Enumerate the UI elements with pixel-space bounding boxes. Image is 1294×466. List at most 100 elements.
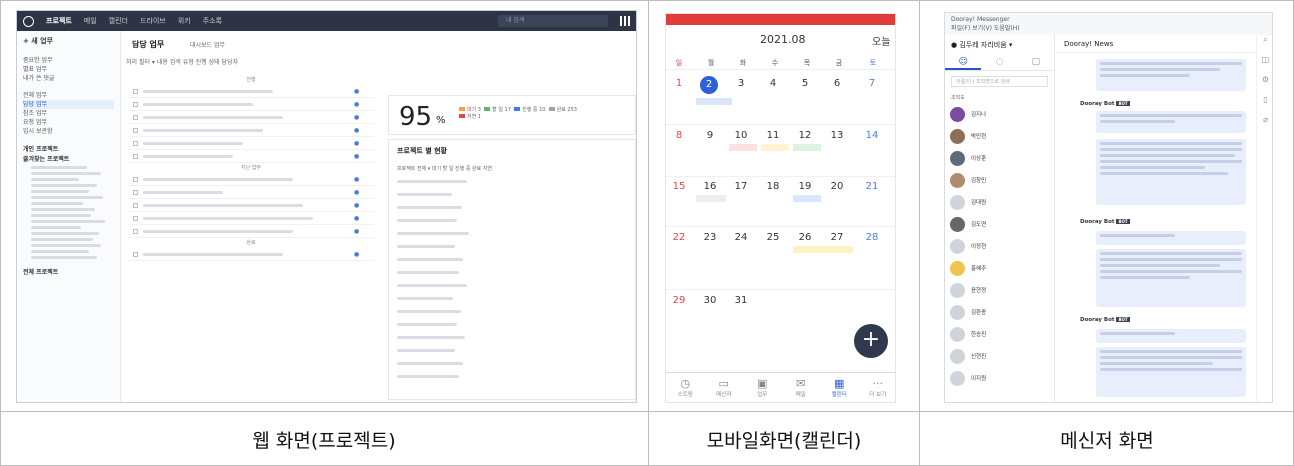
tab-contacts[interactable]: 주소록 (203, 16, 222, 26)
calendar-day[interactable]: 7 (862, 78, 882, 89)
table-row[interactable]: ● (128, 124, 374, 137)
today-button[interactable]: 오늘 (872, 33, 890, 48)
table-row[interactable]: ● (128, 98, 374, 111)
sidebar-section[interactable]: 즐겨찾는 프로젝트 (23, 154, 114, 163)
dooray-logo-icon[interactable] (23, 15, 34, 27)
tab-drive[interactable]: 드라이브 (140, 16, 166, 26)
sidebar-section[interactable]: 전체 프로젝트 (23, 267, 114, 276)
calendar-day[interactable]: 17 (731, 181, 751, 192)
tab-project[interactable]: 프로젝트 (46, 16, 72, 26)
calendar-day[interactable]: 15 (669, 181, 689, 192)
nav-mail[interactable]: ✉ 메일 (782, 373, 821, 402)
table-row[interactable] (389, 357, 635, 370)
table-row[interactable] (389, 318, 635, 331)
month-title[interactable]: 2021.08 (760, 33, 806, 46)
table-row[interactable] (389, 344, 635, 357)
calendar-day[interactable]: 30 (700, 295, 720, 306)
contact-item[interactable]: 김지나 (945, 103, 1054, 125)
calendar-event[interactable] (793, 246, 853, 253)
new-task-button[interactable]: + 새 업무 (23, 36, 114, 46)
table-row[interactable] (389, 305, 635, 318)
calendar-day[interactable]: 12 (795, 130, 815, 141)
table-row[interactable]: ● (128, 225, 374, 238)
table-row[interactable]: ● (128, 186, 374, 199)
calendar-day[interactable]: 14 (862, 130, 882, 141)
calendar-day[interactable]: 16 (700, 181, 720, 192)
sidebar-item[interactable]: 별표 업무 (23, 65, 114, 74)
sidebar-item[interactable]: 요청 업무 (23, 118, 114, 127)
sidebar-item[interactable]: 참조 업무 (23, 109, 114, 118)
contact-item[interactable]: 박민현 (945, 125, 1054, 147)
sidebar-item[interactable]: 전체 업무 (23, 91, 114, 100)
bookmark-icon[interactable]: ◫ (1257, 55, 1272, 75)
table-row[interactable]: ● (128, 85, 374, 98)
menu-bar[interactable]: 파일(F) 보기(V) 도움말(H) (951, 23, 1266, 32)
calendar-day[interactable]: 5 (795, 78, 815, 89)
calendar-event[interactable] (729, 144, 757, 151)
message-bubble[interactable] (1096, 329, 1246, 343)
contact-item[interactable]: 신현진 (945, 345, 1054, 367)
calendar-day[interactable]: 6 (827, 78, 847, 89)
add-event-button[interactable]: + (854, 324, 888, 358)
calendar-day[interactable]: 25 (763, 232, 783, 243)
contact-item[interactable]: 김대원 (945, 191, 1054, 213)
table-row[interactable] (389, 266, 635, 279)
nav-more[interactable]: ··· 더 보기 (859, 373, 896, 402)
contact-item[interactable]: 이상훈 (945, 147, 1054, 169)
contact-item[interactable]: 윤현정 (945, 279, 1054, 301)
sidebar-section[interactable]: 개인 프로젝트 (23, 144, 114, 153)
file-icon[interactable]: ▯ (1257, 95, 1272, 115)
calendar-event[interactable] (793, 195, 821, 202)
tab-mail[interactable]: 메일 (84, 16, 97, 26)
search-input[interactable]: 이름이나 조직명으로 검색 (951, 76, 1048, 87)
calendar-event[interactable] (793, 144, 821, 151)
calendar-day[interactable]: 11 (763, 130, 783, 141)
message-bubble[interactable] (1096, 347, 1246, 397)
calendar-day[interactable]: 31 (731, 295, 751, 306)
table-row[interactable]: ● (128, 111, 374, 124)
search-icon[interactable]: ⌕ (1257, 35, 1272, 55)
calendar-event[interactable] (696, 195, 726, 202)
room-tab-icon[interactable]: ▢ (1018, 53, 1054, 70)
calendar-day[interactable]: 13 (827, 130, 847, 141)
apps-grid-icon[interactable] (620, 16, 630, 26)
table-row[interactable] (389, 240, 635, 253)
table-row[interactable]: ● (128, 137, 374, 150)
calendar-day[interactable]: 18 (763, 181, 783, 192)
calendar-day[interactable]: 27 (827, 232, 847, 243)
table-row[interactable] (389, 201, 635, 214)
table-row[interactable] (389, 227, 635, 240)
tab-wiki[interactable]: 위키 (178, 16, 191, 26)
calendar-day-today[interactable]: 2 (700, 76, 718, 94)
table-row[interactable]: ● (128, 150, 374, 163)
message-bubble[interactable] (1096, 139, 1246, 205)
table-row[interactable] (389, 279, 635, 292)
filter-bar[interactable]: 처리 필터 ▾ 내용 검색 유형 진행 상태 담당자 (122, 57, 636, 69)
message-bubble[interactable] (1096, 231, 1246, 245)
calendar-day[interactable]: 4 (763, 78, 783, 89)
table-row[interactable] (389, 292, 635, 305)
table-row[interactable]: ● (128, 199, 374, 212)
tab-calendar[interactable]: 캘린더 (109, 16, 128, 26)
table-row[interactable] (389, 253, 635, 266)
header-tabs[interactable]: 대시보드 업무 (190, 40, 225, 49)
people-tab-icon[interactable]: ☺ (945, 53, 982, 70)
sidebar-item[interactable]: 임시 보관함 (23, 127, 114, 136)
settings-icon[interactable]: ⚙ (1257, 75, 1272, 95)
calendar-day[interactable]: 26 (795, 232, 815, 243)
calendar-event[interactable] (761, 144, 789, 151)
calendar-day[interactable]: 28 (862, 232, 882, 243)
message-bubble[interactable] (1096, 59, 1246, 91)
contact-item[interactable]: 김도연 (945, 213, 1054, 235)
contact-item[interactable]: 김환종 (945, 301, 1054, 323)
calendar-day[interactable]: 10 (731, 130, 751, 141)
my-status[interactable]: ● 김두레 자리비움 ▾ (945, 35, 1054, 53)
message-bubble[interactable] (1096, 111, 1246, 133)
sidebar-item[interactable]: 중요한 업무 (23, 56, 114, 65)
calendar-day[interactable]: 22 (669, 232, 689, 243)
attach-icon[interactable]: ⌀ (1257, 115, 1272, 135)
calendar-day[interactable]: 24 (731, 232, 751, 243)
search-input[interactable]: 내 검색 (498, 15, 608, 27)
calendar-day[interactable]: 1 (669, 78, 689, 89)
sidebar-item-selected[interactable]: 담당 업무 (23, 100, 114, 109)
